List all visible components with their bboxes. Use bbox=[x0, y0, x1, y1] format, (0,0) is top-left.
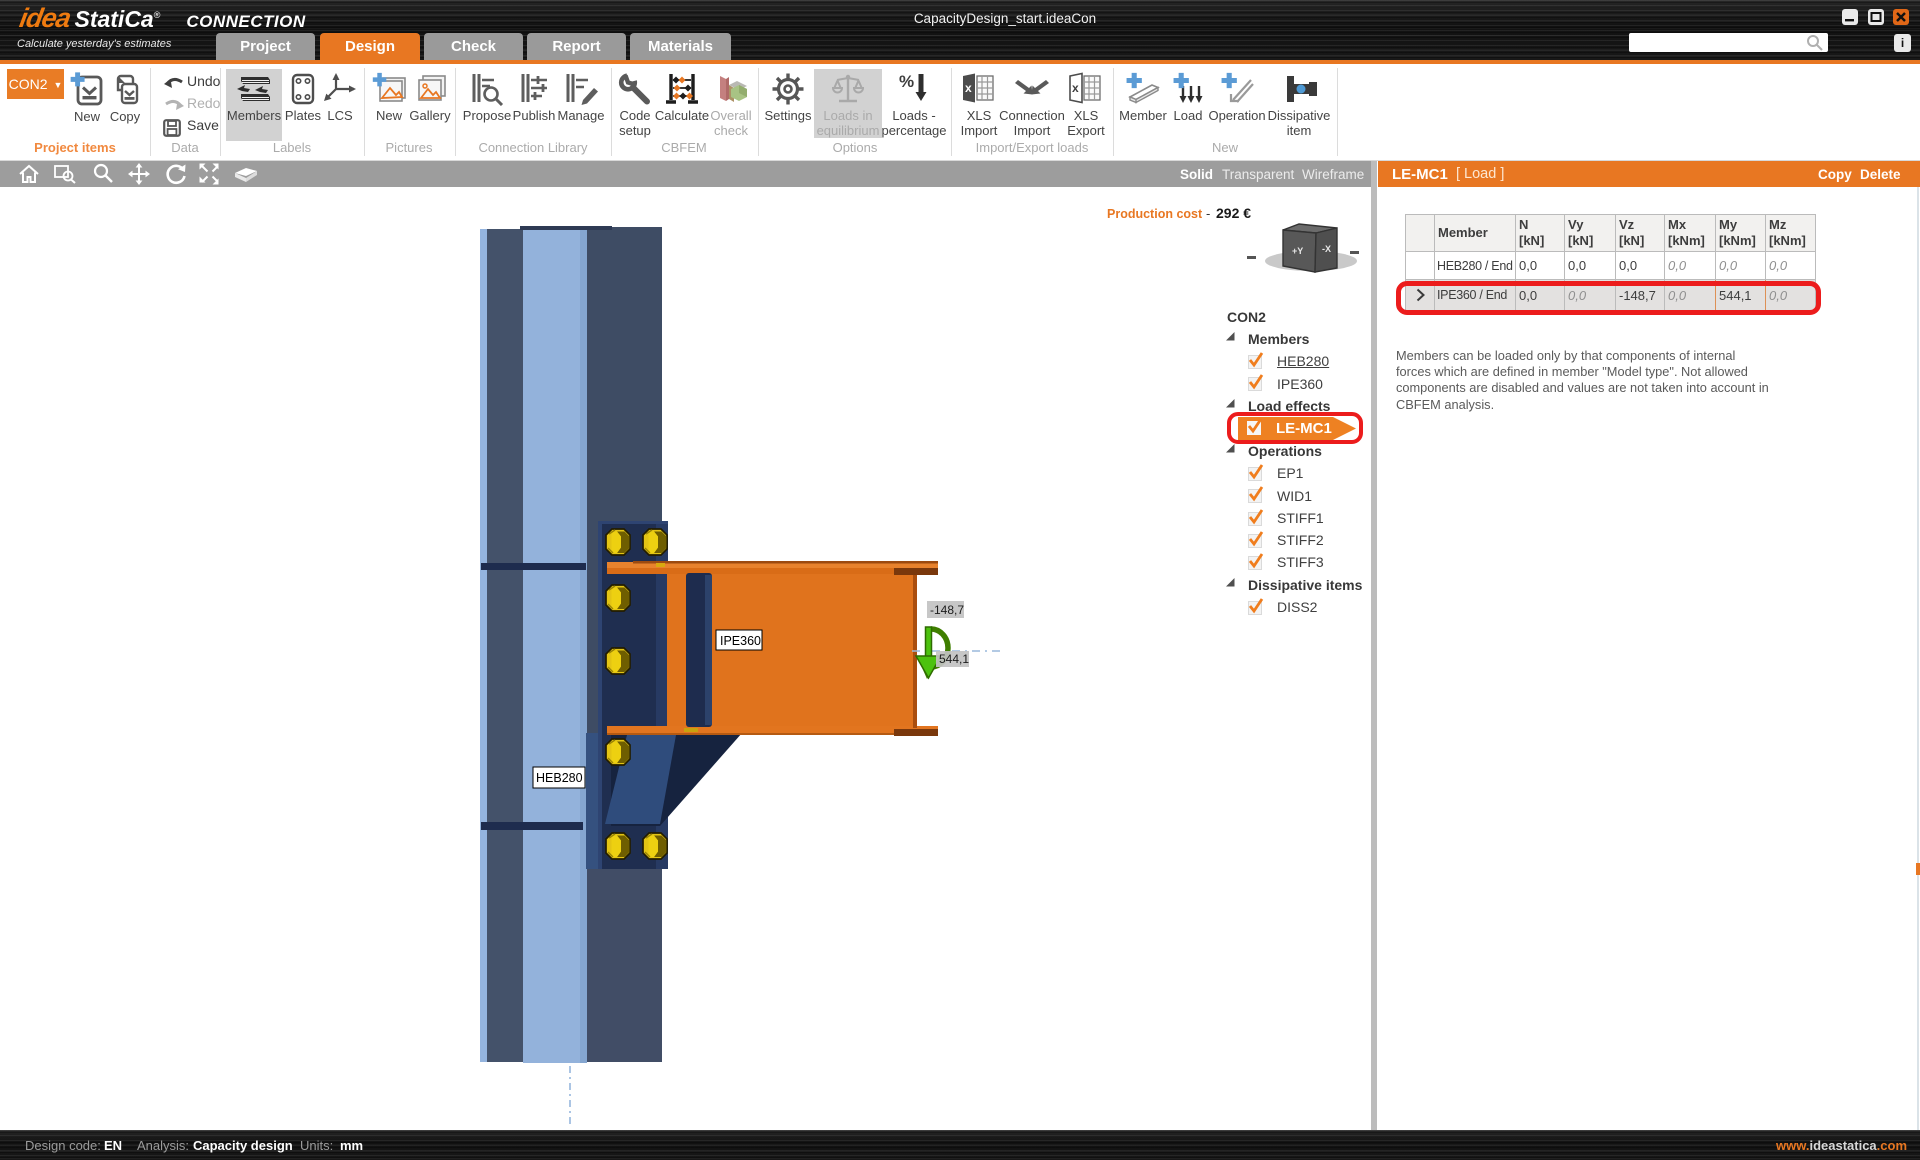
svg-text:+Y: +Y bbox=[1292, 246, 1303, 256]
svg-text:-148,7: -148,7 bbox=[930, 603, 964, 617]
svg-text:HEB280: HEB280 bbox=[536, 771, 583, 785]
svg-text:544,1: 544,1 bbox=[939, 652, 969, 666]
svg-text:IPE360: IPE360 bbox=[720, 634, 761, 648]
svg-text:-X: -X bbox=[1322, 244, 1331, 254]
